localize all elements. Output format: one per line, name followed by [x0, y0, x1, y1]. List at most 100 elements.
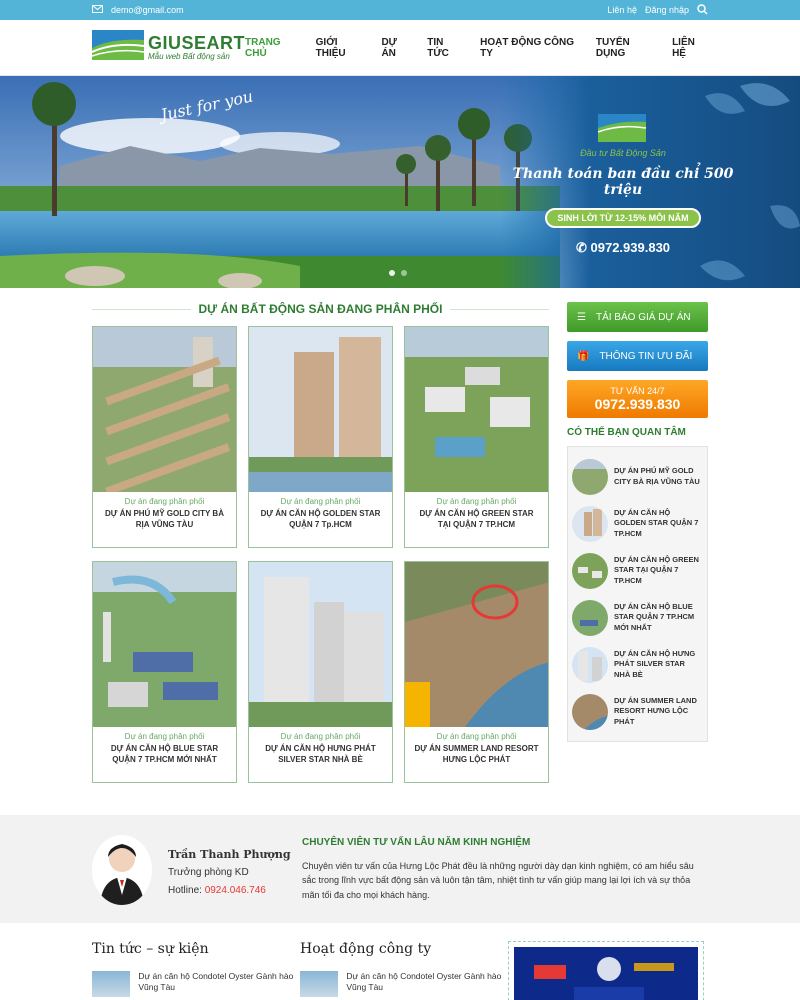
- consult-hotline-button[interactable]: TƯ VẤN 24/7 0972.939.830: [567, 380, 708, 418]
- hotline-label: Hotline:: [168, 884, 202, 896]
- related-item[interactable]: DỰ ÁN CĂN HỘ HƯNG PHÁT SILVER STAR NHÀ B…: [572, 641, 703, 688]
- related-item[interactable]: DỰ ÁN CĂN HỘ BLUE STAR QUẬN 7 TP.HCM MỚI…: [572, 594, 703, 641]
- hero-payment: Thanh toán ban đầu chỉ 500 triệu: [512, 166, 734, 198]
- consultant-text: Chuyên viên tư vấn của Hưng Lộc Phát đều…: [302, 861, 694, 900]
- projects-title: DỰ ÁN BẤT ĐỘNG SẢN ĐANG PHÂN PHỐI: [198, 302, 443, 316]
- hero-phone[interactable]: ✆ 0972.939.830: [508, 240, 738, 256]
- logo-name: GIUSEART: [148, 33, 246, 53]
- related-item-title: DỰ ÁN CĂN HỘ GOLDEN STAR QUẬN 7 TP.HCM: [614, 508, 699, 538]
- top-register-link[interactable]: Liên hệ: [607, 5, 637, 15]
- related-item-title: DỰ ÁN SUMMER LAND RESORT HƯNG LỘC PHÁT: [614, 696, 697, 726]
- related-item-title: DỰ ÁN CĂN HỘ BLUE STAR QUẬN 7 TP.HCM MỚI…: [614, 602, 695, 632]
- related-item-title: DỰ ÁN CĂN HỘ GREEN STAR TẠI QUẬN 7 TP.HC…: [614, 555, 699, 585]
- project-card[interactable]: Dự án đang phân phối DỰ ÁN CĂN HỘ BLUE S…: [92, 561, 237, 783]
- related-thumb: [572, 458, 608, 495]
- top-bar: demo@gmail.com Liên hệ Đăng nhập: [0, 0, 800, 20]
- project-card[interactable]: Dự án đang phân phối DỰ ÁN PHÚ MỸ GOLD C…: [92, 326, 237, 548]
- avatar: [92, 835, 152, 905]
- project-title[interactable]: DỰ ÁN CĂN HỘ GREEN STAR TẠI QUẬN 7 TP.HC…: [405, 506, 548, 534]
- related-item-title: DỰ ÁN PHÚ MỸ GOLD CITY BÀ RỊA VŨNG TÀU: [614, 466, 700, 486]
- project-image: [249, 562, 392, 727]
- news-item[interactable]: Dự án căn hộ Condotel Oyster Gành hào Vũ…: [300, 971, 508, 997]
- gift-icon: 🎁: [577, 350, 590, 362]
- nav-home[interactable]: TRANG CHỦ: [245, 37, 300, 59]
- site-logo[interactable]: GIUSEART Mẫu web Bất động sản: [91, 30, 246, 65]
- project-status: Dự án đang phân phối: [280, 497, 361, 506]
- nav-projects[interactable]: DỰ ÁN: [381, 37, 411, 59]
- related-thumb: [572, 646, 608, 683]
- project-image: [405, 327, 548, 492]
- project-status: Dự án đang phân phối: [124, 732, 205, 741]
- news-item-title: Dự án căn hộ Condotel Oyster Gành hào Vũ…: [346, 971, 502, 993]
- nav-news[interactable]: TIN TỨC: [427, 37, 464, 59]
- nav-careers[interactable]: TUYỂN DỤNG: [596, 37, 656, 59]
- logo-tagline: Mẫu web Bất động sản: [148, 52, 230, 61]
- offers-button[interactable]: 🎁 THÔNG TIN ƯU ĐÃI: [567, 341, 708, 371]
- consultant-heading: CHUYÊN VIÊN TƯ VẤN LÂU NĂM KINH NGHIỆM: [302, 837, 531, 848]
- consult-label: TƯ VẤN 24/7: [610, 386, 665, 396]
- divider: [450, 308, 549, 310]
- consultant-profile: Trần Thanh Phượng Trưởng phòng KD Hotlin…: [92, 835, 302, 923]
- company-video[interactable]: [508, 941, 704, 1000]
- main-content: DỰ ÁN BẤT ĐỘNG SẢN ĐANG PHÂN PHỐI Dự án …: [0, 302, 800, 783]
- search-icon[interactable]: [697, 3, 708, 17]
- checklist-icon: ☰: [577, 311, 586, 323]
- consultant-section: Trần Thanh Phượng Trưởng phòng KD Hotlin…: [0, 815, 800, 923]
- hero-brand: Đầu tư Bất Động Sản: [580, 148, 666, 158]
- nav-about[interactable]: GIỚI THIỆU: [316, 37, 366, 59]
- hero-profit-badge: SINH LỜI TỪ 12-15% MỖI NĂM: [545, 208, 701, 228]
- project-grid: Dự án đang phân phối DỰ ÁN PHÚ MỸ GOLD C…: [92, 326, 549, 783]
- nav-contact[interactable]: LIÊN HỆ: [672, 37, 708, 59]
- project-card[interactable]: Dự án đang phân phối DỰ ÁN CĂN HỘ HƯNG P…: [248, 561, 393, 783]
- related-title: CÓ THỂ BẠN QUAN TÂM: [567, 427, 686, 438]
- related-thumb: [572, 599, 608, 636]
- news-section: Tin tức – sự kiện Dự án căn hộ Condotel …: [0, 923, 800, 1000]
- consultant-name: Trần Thanh Phượng: [168, 848, 291, 861]
- project-image: [249, 327, 392, 492]
- project-title[interactable]: DỰ ÁN PHÚ MỸ GOLD CITY BÀ RỊA VŨNG TÀU: [93, 506, 236, 534]
- project-title[interactable]: DỰ ÁN CĂN HỘ BLUE STAR QUẬN 7 TP.HCM MỚI…: [93, 741, 236, 769]
- related-thumb: [572, 505, 608, 542]
- related-item[interactable]: DỰ ÁN SUMMER LAND RESORT HƯNG LỘC PHÁT: [572, 688, 703, 735]
- consultant-hotline[interactable]: Hotline: 0924.046.746: [168, 882, 291, 900]
- project-status: Dự án đang phân phối: [124, 497, 205, 506]
- consultant-role: Trưởng phòng KD: [168, 867, 249, 879]
- logo-icon: [91, 30, 145, 65]
- related-item[interactable]: DỰ ÁN PHÚ MỸ GOLD CITY BÀ RỊA VŨNG TÀU: [572, 453, 703, 500]
- top-email[interactable]: demo@gmail.com: [111, 5, 184, 15]
- news-heading: Tin tức – sự kiện: [92, 941, 209, 957]
- related-thumb: [572, 693, 608, 730]
- related-item[interactable]: DỰ ÁN CĂN HỘ GREEN STAR TẠI QUẬN 7 TP.HC…: [572, 547, 703, 594]
- consult-phone: 0972.939.830: [594, 396, 681, 412]
- project-title[interactable]: DỰ ÁN CĂN HỘ GOLDEN STAR QUẬN 7 Tp.HCM: [249, 506, 392, 534]
- video-frame: [514, 947, 698, 1000]
- related-item-title: DỰ ÁN CĂN HỘ HƯNG PHÁT SILVER STAR NHÀ B…: [614, 649, 696, 679]
- project-card[interactable]: Dự án đang phân phối DỰ ÁN CĂN HỘ GREEN …: [404, 326, 549, 548]
- project-title[interactable]: DỰ ÁN CĂN HỘ HƯNG PHÁT SILVER STAR NHÀ B…: [249, 741, 392, 769]
- main-nav: TRANG CHỦ GIỚI THIỆU DỰ ÁN TIN TỨC HOẠT …: [245, 37, 708, 59]
- related-list: DỰ ÁN PHÚ MỸ GOLD CITY BÀ RỊA VŨNG TÀU D…: [567, 446, 708, 742]
- related-thumb: [572, 552, 608, 589]
- mail-icon: [92, 5, 103, 15]
- related-item[interactable]: DỰ ÁN CĂN HỘ GOLDEN STAR QUẬN 7 TP.HCM: [572, 500, 703, 547]
- hero-promo: Đầu tư Bất Động Sản Thanh toán ban đầu c…: [508, 114, 738, 256]
- quote-button-label: TẢI BÁO GIÁ DỰ ÁN: [595, 311, 691, 323]
- nav-activities[interactable]: HOẠT ĐỘNG CÔNG TY: [480, 37, 580, 59]
- offers-button-label: THÔNG TIN ƯU ĐÃI: [599, 350, 693, 362]
- quote-button[interactable]: ☰ TẢI BÁO GIÁ DỰ ÁN: [567, 302, 708, 332]
- activities-heading: Hoạt động công ty: [300, 941, 432, 957]
- activities-column: Hoạt động công ty Dự án căn hộ Condotel …: [300, 941, 508, 1000]
- hero-banner[interactable]: Just for you Đầu tư Bất Động Sản Thanh t…: [0, 76, 800, 288]
- phone-icon: ✆: [575, 240, 587, 255]
- news-item[interactable]: Dự án căn hộ Condotel Oyster Gành hào Vũ…: [92, 971, 300, 997]
- news-item-title: Dự án căn hộ Condotel Oyster Gành hào Vũ…: [138, 971, 294, 993]
- hotline-number: 0924.046.746: [204, 884, 266, 896]
- project-card[interactable]: Dự án đang phân phối DỰ ÁN CĂN HỘ GOLDEN…: [248, 326, 393, 548]
- top-login-link[interactable]: Đăng nhập: [645, 5, 689, 15]
- project-status: Dự án đang phân phối: [436, 732, 517, 741]
- projects-section: DỰ ÁN BẤT ĐỘNG SẢN ĐANG PHÂN PHỐI Dự án …: [92, 302, 549, 783]
- project-title[interactable]: DỰ ÁN SUMMER LAND RESORT HƯNG LỘC PHÁT: [405, 741, 548, 769]
- project-card[interactable]: Dự án đang phân phối DỰ ÁN SUMMER LAND R…: [404, 561, 549, 783]
- project-status: Dự án đang phân phối: [280, 732, 361, 741]
- project-image: [93, 327, 236, 492]
